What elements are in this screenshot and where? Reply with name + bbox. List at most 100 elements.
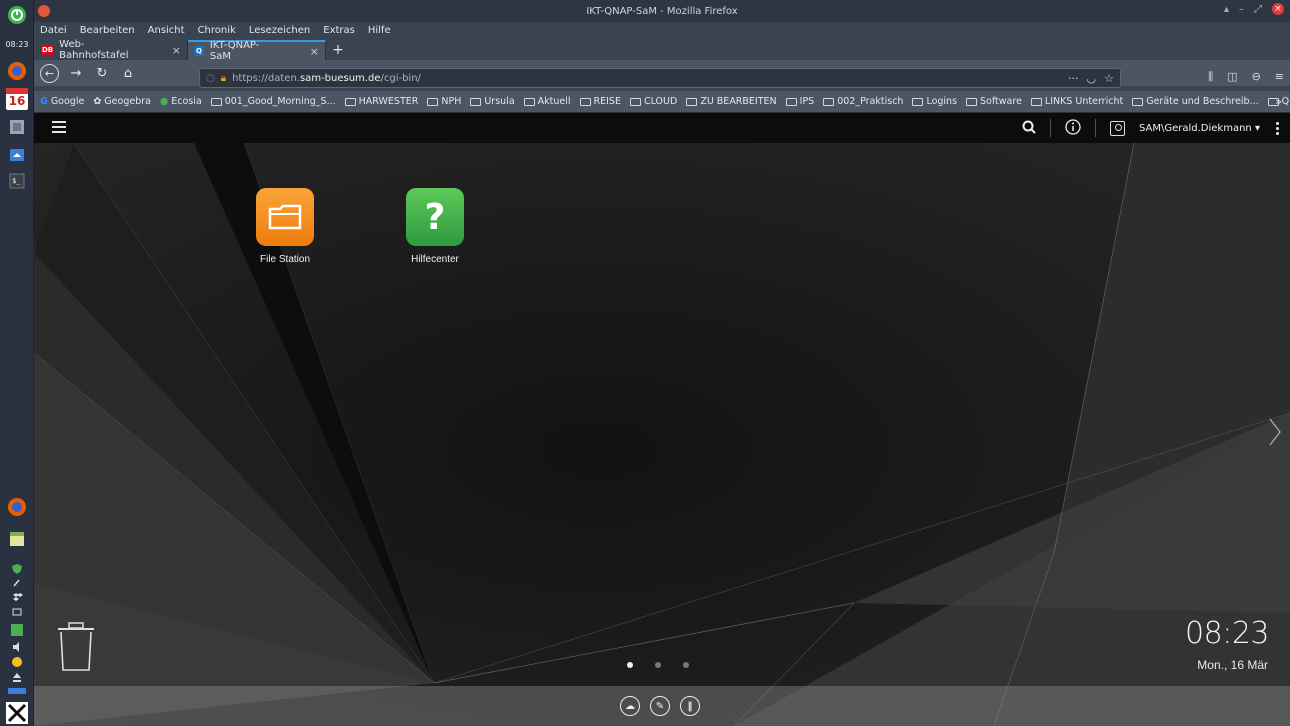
tools-icon[interactable]: ✎ — [650, 696, 670, 716]
bookmark-google[interactable]: G Google — [40, 96, 84, 107]
bookmarks-overflow-button[interactable]: » — [1275, 95, 1282, 108]
bookmark-folder[interactable]: CLOUD — [629, 96, 677, 107]
bookmark-folder[interactable]: Ursula — [470, 96, 515, 107]
search-icon[interactable] — [1022, 120, 1036, 137]
menu-chronik[interactable]: Chronik — [198, 25, 236, 36]
home-button[interactable]: ⌂ — [119, 64, 137, 82]
user-icon[interactable] — [1109, 120, 1125, 136]
recycle-bin-icon[interactable] — [56, 622, 96, 672]
menu-bearbeiten[interactable]: Bearbeiten — [80, 25, 135, 36]
reload-button[interactable]: ↻ — [93, 64, 111, 82]
close-window-icon[interactable]: × — [1272, 3, 1284, 15]
qnap-header: SAM\Gerald.Diekmann ▾ — [34, 113, 1290, 143]
bookmarks-toolbar: G Google ✿ Geogebra ● Ecosia 001_Good_Morni… — [34, 91, 1290, 113]
tab-close-icon[interactable]: × — [172, 44, 181, 57]
power-status-icon[interactable] — [5, 655, 29, 669]
main-menu-icon[interactable] — [52, 121, 66, 133]
bookmark-folder[interactable]: Aktuell — [523, 96, 571, 107]
file-manager-icon[interactable] — [5, 116, 29, 138]
show-desktop-icon[interactable] — [5, 702, 29, 724]
library-icon[interactable]: ⫼ — [1208, 70, 1213, 84]
svg-text:$_: $_ — [12, 177, 21, 185]
cloud-icon[interactable]: ☁︎ — [620, 696, 640, 716]
menu-hilfe[interactable]: Hilfe — [368, 25, 391, 36]
tracking-shield-icon[interactable]: ◌ — [206, 73, 215, 84]
tab-web-bahnhofstafel[interactable]: DB Web-Bahnhofstafel × — [36, 39, 188, 61]
calendar-icon[interactable]: 16 — [6, 88, 28, 110]
display-icon[interactable] — [5, 606, 29, 620]
menu-ansicht[interactable]: Ansicht — [148, 25, 185, 36]
firefox-taskbar-icon[interactable] — [5, 496, 29, 518]
volume-icon[interactable] — [5, 640, 29, 654]
keyboard-layout-icon[interactable] — [5, 686, 29, 696]
tab-ikt-qnap-sam[interactable]: Q IKT-QNAP-SaM × — [188, 40, 326, 62]
folder-icon — [1132, 97, 1144, 106]
new-tab-button[interactable]: + — [328, 40, 348, 60]
shield-icon[interactable] — [5, 562, 29, 576]
page-dot[interactable] — [627, 662, 633, 668]
menu-datei[interactable]: Datei — [40, 25, 67, 36]
bookmark-folder[interactable]: Software — [966, 96, 1022, 107]
menu-extras[interactable]: Extras — [323, 25, 355, 36]
bookmark-folder[interactable]: LINKS Unterricht — [1030, 96, 1123, 107]
sidebar-icon[interactable]: ◫ — [1227, 70, 1237, 84]
hilfecenter-app[interactable]: ? — [406, 188, 464, 246]
more-options-icon[interactable] — [1274, 121, 1280, 135]
desktop-clock-time: 08:23 — [1185, 616, 1269, 651]
folder-icon — [210, 97, 222, 106]
next-page-arrow-icon[interactable] — [1268, 417, 1282, 447]
minimize-icon[interactable]: – — [1239, 4, 1244, 15]
window-menu-icon[interactable] — [38, 5, 50, 17]
hamburger-menu-icon[interactable]: ≡ — [1275, 70, 1284, 84]
bookmark-folder[interactable]: HARWESTER — [344, 96, 418, 107]
bookmark-folder[interactable]: Logins — [912, 96, 957, 107]
terminal-icon[interactable]: $_ — [5, 170, 29, 192]
hilfecenter-label[interactable]: Hilfecenter — [375, 254, 495, 265]
folder-icon — [823, 97, 835, 106]
dashboard-icon[interactable]: ‖ — [680, 696, 700, 716]
eject-icon[interactable] — [5, 670, 29, 684]
firefox-icon[interactable] — [5, 60, 29, 82]
page-dot[interactable] — [683, 662, 689, 668]
tab-close-icon[interactable]: × — [310, 45, 319, 58]
bookmark-folder[interactable]: NPH — [427, 96, 461, 107]
notes-icon[interactable] — [5, 528, 29, 550]
url-bar[interactable]: ◌ 🔒︎ https://daten.sam-buesum.de/cgi-bin… — [199, 68, 1121, 88]
user-menu[interactable]: SAM\Gerald.Diekmann ▾ — [1139, 123, 1260, 134]
file-station-label[interactable]: File Station — [225, 254, 345, 265]
header-divider — [1094, 119, 1096, 137]
url-host: sam-buesum.de — [299, 72, 381, 84]
bookmark-folder[interactable]: Geräte und Beschreib... — [1132, 96, 1259, 107]
window-title: IKT-QNAP-SaM - Mozilla Firefox — [586, 5, 738, 17]
paperclip-icon[interactable] — [5, 576, 29, 590]
app-menu-icon[interactable] — [5, 4, 29, 26]
insecure-lock-icon[interactable]: 🔒︎ — [221, 73, 226, 84]
file-station-app[interactable] — [256, 188, 314, 246]
page-dot[interactable] — [655, 662, 661, 668]
chevron-down-icon: ▾ — [1254, 122, 1260, 134]
forward-button[interactable]: → — [67, 64, 85, 82]
menu-lesezeichen[interactable]: Lesezeichen — [249, 25, 310, 36]
account-icon[interactable]: ⊖ — [1252, 70, 1261, 84]
maximize-icon[interactable]: ⤢ — [1254, 4, 1262, 15]
bookmark-folder[interactable]: ZU BEARBEITEN — [686, 96, 777, 107]
bookmark-folder[interactable]: 001_Good_Morning_S... — [210, 96, 336, 107]
bookmark-ecosia[interactable]: ● Ecosia — [160, 96, 202, 107]
info-icon[interactable] — [1065, 118, 1081, 138]
pocket-icon[interactable]: ◡ — [1087, 72, 1097, 85]
page-actions-button[interactable]: ··· — [1068, 72, 1079, 85]
help-icon: ? — [424, 196, 446, 238]
home-folder-icon[interactable] — [5, 144, 29, 166]
keep-above-icon[interactable]: ▴ — [1224, 4, 1229, 15]
os-clock: 08:23 — [5, 40, 29, 49]
folder-icon — [686, 97, 698, 106]
bookmark-folder[interactable]: REISE — [579, 96, 621, 107]
bookmark-folder[interactable]: 002_Praktisch — [823, 96, 903, 107]
back-button[interactable]: ← — [40, 63, 59, 83]
bookmark-folder[interactable]: IPS — [785, 96, 814, 107]
bookmark-star-icon[interactable]: ☆ — [1104, 72, 1114, 85]
folder-icon — [1030, 97, 1042, 106]
update-icon[interactable] — [5, 622, 29, 638]
dropbox-icon[interactable] — [5, 591, 29, 605]
bookmark-geogebra[interactable]: ✿ Geogebra — [93, 96, 151, 107]
